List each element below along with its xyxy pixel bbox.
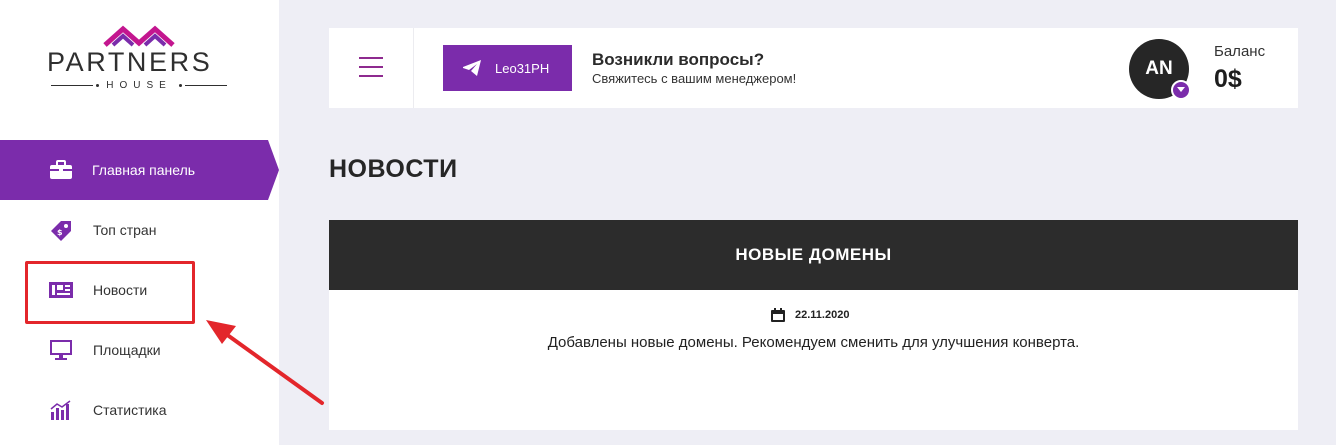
news-card: НОВЫЕ ДОМЕНЫ 22.11.2020 Добавлены новые … — [329, 220, 1298, 430]
balance-value: 0$ — [1214, 65, 1242, 93]
balance-label: Баланс — [1214, 43, 1266, 60]
news-date-text: 22.11.2020 — [795, 309, 850, 321]
support-subtitle: Свяжитесь с вашим менеджером! — [592, 71, 797, 86]
header-divider — [413, 28, 414, 108]
chevron-down-icon[interactable] — [1171, 80, 1191, 100]
annotation-arrow-icon — [206, 320, 324, 405]
page-title: НОВОСТИ — [329, 155, 458, 183]
support-title: Возникли вопросы? — [592, 50, 765, 69]
news-card-header: НОВЫЕ ДОМЕНЫ — [329, 220, 1298, 290]
calendar-icon — [771, 308, 785, 322]
news-heading: НОВЫЕ ДОМЕНЫ — [735, 245, 892, 264]
top-header: Leo31PH Возникли вопросы? Свяжитесь с ва… — [329, 28, 1298, 108]
telegram-manager-button[interactable]: Leo31PH — [443, 45, 572, 91]
menu-toggle-icon[interactable] — [359, 57, 383, 77]
news-text: Добавлены новые домены. Рекомендуем смен… — [547, 334, 1080, 351]
news-date: 22.11.2020 — [770, 306, 849, 324]
telegram-icon — [463, 60, 481, 76]
telegram-label: Leo31PH — [495, 60, 550, 76]
